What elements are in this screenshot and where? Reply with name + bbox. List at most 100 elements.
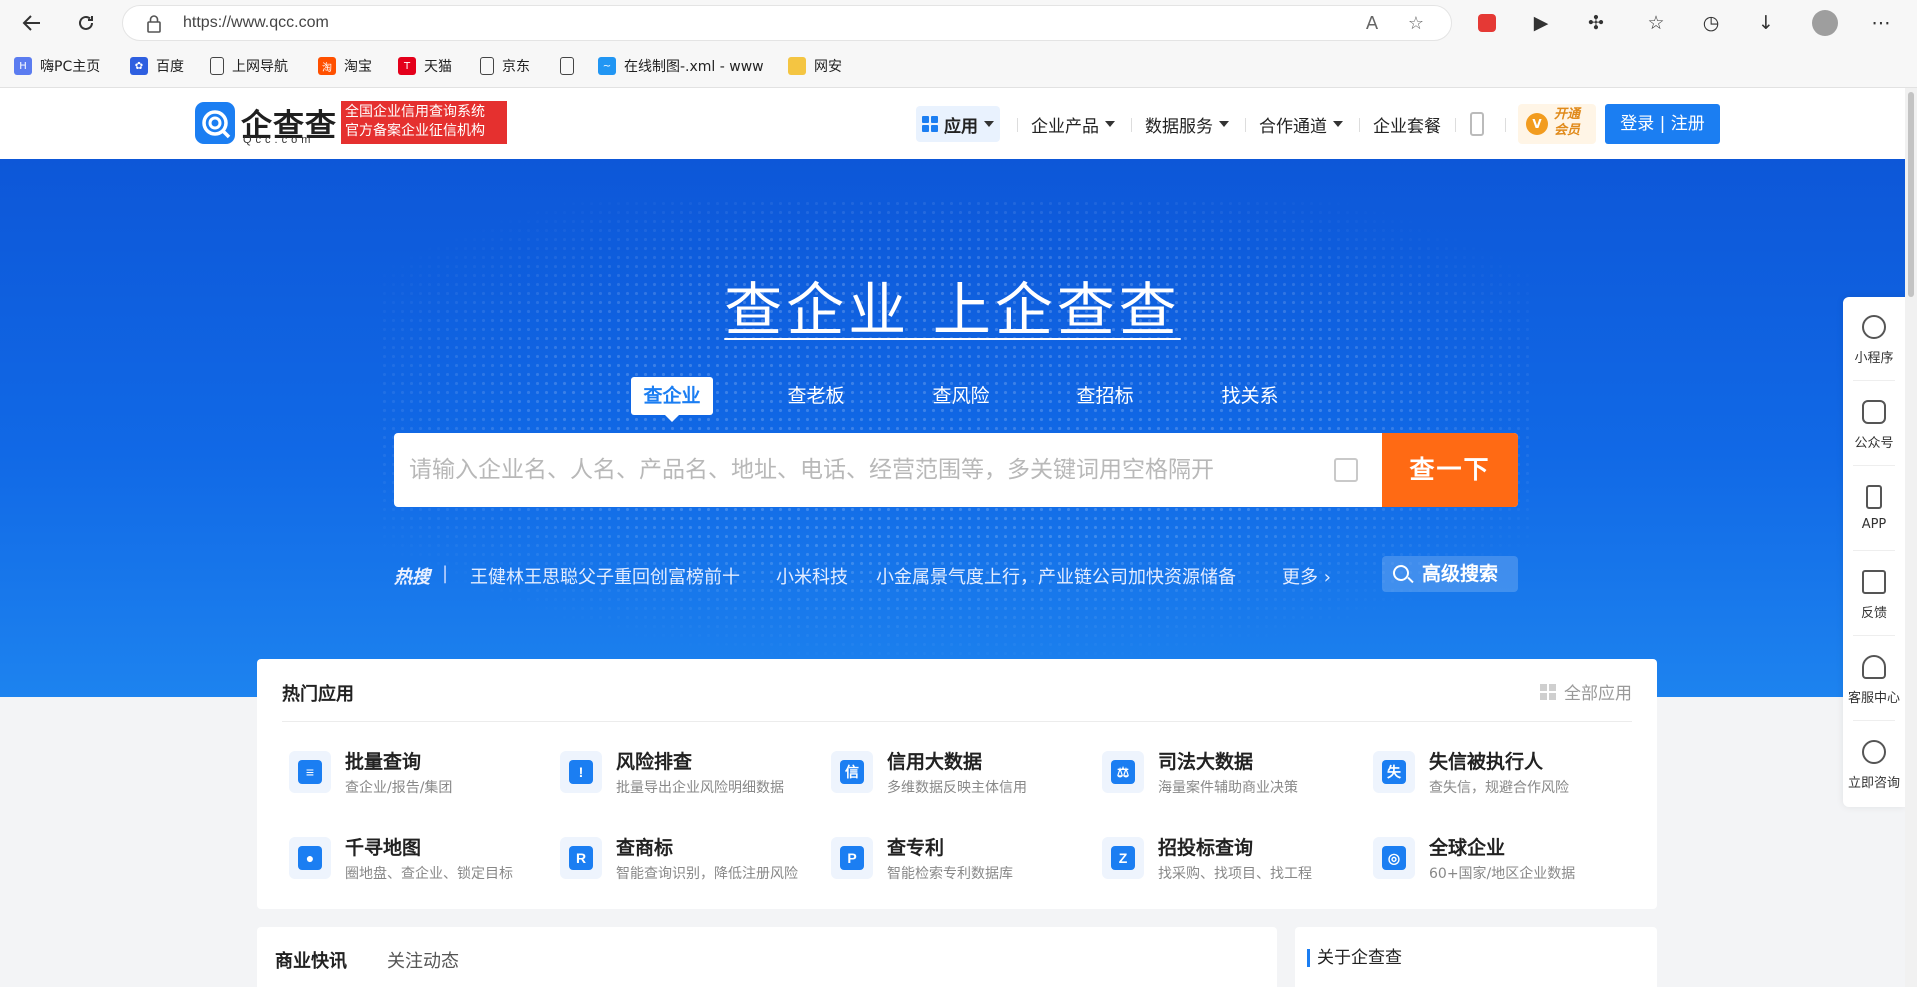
scan-card-icon[interactable] (1334, 458, 1358, 482)
search-icon (1393, 565, 1409, 581)
app-name: 风险排查 (616, 751, 693, 773)
profile-avatar-icon[interactable] (1812, 10, 1838, 36)
hot-divider: | (442, 563, 449, 584)
bookmark-label: 京东 (502, 59, 530, 75)
app-justice-data[interactable]: ⚖ 司法大数据 海量案件辅助商业决策 (1102, 751, 1362, 801)
float-app[interactable]: APP (1843, 467, 1905, 551)
app-dishonest[interactable]: 失 失信被执行人 查失信，规避合作风险 (1373, 751, 1633, 801)
more-menu-icon[interactable]: ⋯ (1868, 10, 1894, 36)
tab-risk[interactable]: 查风险 (920, 377, 1002, 415)
hot-search-item[interactable]: 小金属景气度上行，产业链公司加快资源储备 (876, 563, 1236, 589)
play-icon[interactable]: ▶ (1528, 10, 1554, 36)
map-pin-icon: ● (289, 837, 331, 879)
url-text[interactable]: https://www.qcc.com (183, 14, 329, 32)
app-desc: 60+国家/地区企业数据 (1429, 866, 1576, 882)
bookmark-hipc[interactable]: H 嗨PC主页 (14, 54, 100, 78)
download-icon[interactable]: ↓ (1753, 10, 1779, 36)
float-official-account[interactable]: 公众号 (1843, 382, 1905, 466)
nav-package[interactable]: 企业套餐 (1373, 106, 1441, 142)
hot-search-item[interactable]: 小米科技 (776, 563, 848, 589)
history-icon[interactable]: ◷ (1698, 10, 1724, 36)
float-consult[interactable]: 立即咨询 (1843, 722, 1905, 806)
nav-label: 企业产品 (1031, 116, 1099, 137)
advanced-search-button[interactable]: 高级搜索 (1382, 556, 1518, 592)
app-map[interactable]: ● 千寻地图 圈地盘、查企业、锁定目标 (289, 837, 549, 887)
all-apps-link[interactable]: 全部应用 (1540, 679, 1632, 704)
bookmark-taobao[interactable]: 淘淘宝 (318, 54, 372, 78)
globe-icon: ◎ (1373, 837, 1415, 879)
app-risk-check[interactable]: ! 风险排查 批量导出企业风险明细数据 (560, 751, 820, 801)
nav-divider (1359, 118, 1360, 132)
about-title: 关于企查查 (1307, 949, 1402, 967)
tab-company[interactable]: 查企业 (631, 377, 713, 422)
hot-search-item[interactable]: 王健林王思聪父子重回创富榜前十 (470, 563, 740, 589)
bidding-icon: Z (1102, 837, 1144, 879)
bookmark-nav[interactable]: 上网导航 (210, 54, 288, 78)
browser-toolbar: https://www.qcc.com A ☆ ▶ ✣ ☆ ◷ ↓ ⋯ (0, 0, 1917, 46)
nav-label: 合作通道 (1259, 116, 1327, 137)
nav-partner[interactable]: 合作通道 (1259, 106, 1343, 142)
search-input[interactable] (394, 433, 1380, 507)
bookmark-drawio[interactable]: ~ 在线制图-.xml - www (598, 54, 764, 78)
nav-label: 数据服务 (1145, 116, 1213, 137)
back-arrow-icon[interactable] (16, 7, 48, 39)
tab-bidding[interactable]: 查招标 (1064, 377, 1146, 415)
reload-icon[interactable] (70, 7, 102, 39)
batch-search-icon: ≡ (289, 751, 331, 793)
search-button[interactable]: 查一下 (1382, 433, 1518, 507)
bookmark-baidu[interactable]: ✿ 百度 (130, 54, 184, 78)
phone-app-icon (1866, 485, 1882, 509)
all-apps-label: 全部应用 (1564, 684, 1632, 704)
tab-boss[interactable]: 查老板 (775, 377, 857, 415)
bookmark-tmall[interactable]: T 天猫 (398, 54, 452, 78)
vip-crown-icon: V (1526, 113, 1548, 135)
tab-business-news[interactable]: 商业快讯 (275, 947, 347, 973)
page-scrollbar[interactable] (1905, 88, 1917, 987)
trademark-icon: R (560, 837, 602, 879)
float-feedback[interactable]: 反馈 (1843, 552, 1905, 636)
mobile-phone-icon[interactable] (1470, 112, 1484, 136)
app-credit-data[interactable]: 信 信用大数据 多维数据反映主体信用 (831, 751, 1091, 801)
bookmark-jd[interactable]: 京东 (480, 54, 530, 78)
lock-icon[interactable] (145, 14, 163, 34)
bookmark-untitled[interactable] (560, 54, 582, 78)
nav-products[interactable]: 企业产品 (1031, 106, 1115, 142)
chevron-right-icon: › (1323, 567, 1331, 588)
bookmark-label: 在线制图-.xml - www (624, 59, 764, 75)
nav-data-services[interactable]: 数据服务 (1145, 106, 1229, 142)
extensions-puzzle-icon[interactable]: ✣ (1583, 10, 1609, 36)
app-name: 全球企业 (1429, 837, 1506, 859)
scrollbar-thumb[interactable] (1908, 92, 1914, 297)
nav-label: 应用 (944, 116, 978, 137)
app-desc: 海量案件辅助商业决策 (1158, 780, 1298, 796)
favorites-icon[interactable]: ☆ (1643, 10, 1669, 36)
float-mini-program[interactable]: 小程序 (1843, 297, 1905, 381)
risk-warning-icon: ! (560, 751, 602, 793)
bookmark-label: 淘宝 (344, 59, 372, 75)
app-trademark[interactable]: R 查商标 智能查询识别，降低注册风险 (560, 837, 820, 887)
float-service-center[interactable]: 客服中心 (1843, 637, 1905, 721)
tab-relations[interactable]: 找关系 (1209, 377, 1291, 415)
chevron-down-icon (1105, 121, 1115, 127)
vip-button[interactable]: V 开通 会员 (1518, 104, 1596, 144)
app-name: 失信被执行人 (1429, 751, 1544, 773)
app-patent[interactable]: P 查专利 智能检索专利数据库 (831, 837, 1091, 887)
page-icon (560, 57, 574, 75)
bookmark-label: 天猫 (424, 59, 452, 75)
nav-app-menu[interactable]: 应用 (916, 106, 1000, 142)
bookmark-wangan[interactable]: 网安 (788, 54, 842, 78)
hero-title: 查企业 上企查查 (724, 276, 1181, 344)
tab-follow-updates[interactable]: 关注动态 (387, 947, 459, 973)
address-bar[interactable]: https://www.qcc.com A ☆ (122, 5, 1452, 41)
app-bidding[interactable]: Z 招投标查询 找采购、找项目、找工程 (1102, 837, 1362, 887)
favorite-star-icon[interactable]: ☆ (1405, 13, 1427, 35)
qcc-logo[interactable]: 企查查 Qcc.com 全国企业信用查询系统 官方备案企业征信机构 (195, 100, 515, 146)
more-link[interactable]: 更多 › (1282, 563, 1331, 589)
drawio-icon: ~ (598, 57, 616, 75)
advanced-search-label: 高级搜索 (1422, 563, 1499, 585)
extension-red-icon[interactable] (1474, 10, 1500, 36)
login-register-button[interactable]: 登录 | 注册 (1605, 104, 1720, 144)
app-batch-search[interactable]: ≡ 批量查询 查企业/报告/集团 (289, 751, 549, 801)
app-global[interactable]: ◎ 全球企业 60+国家/地区企业数据 (1373, 837, 1633, 887)
read-aloud-icon[interactable]: A (1361, 13, 1383, 35)
